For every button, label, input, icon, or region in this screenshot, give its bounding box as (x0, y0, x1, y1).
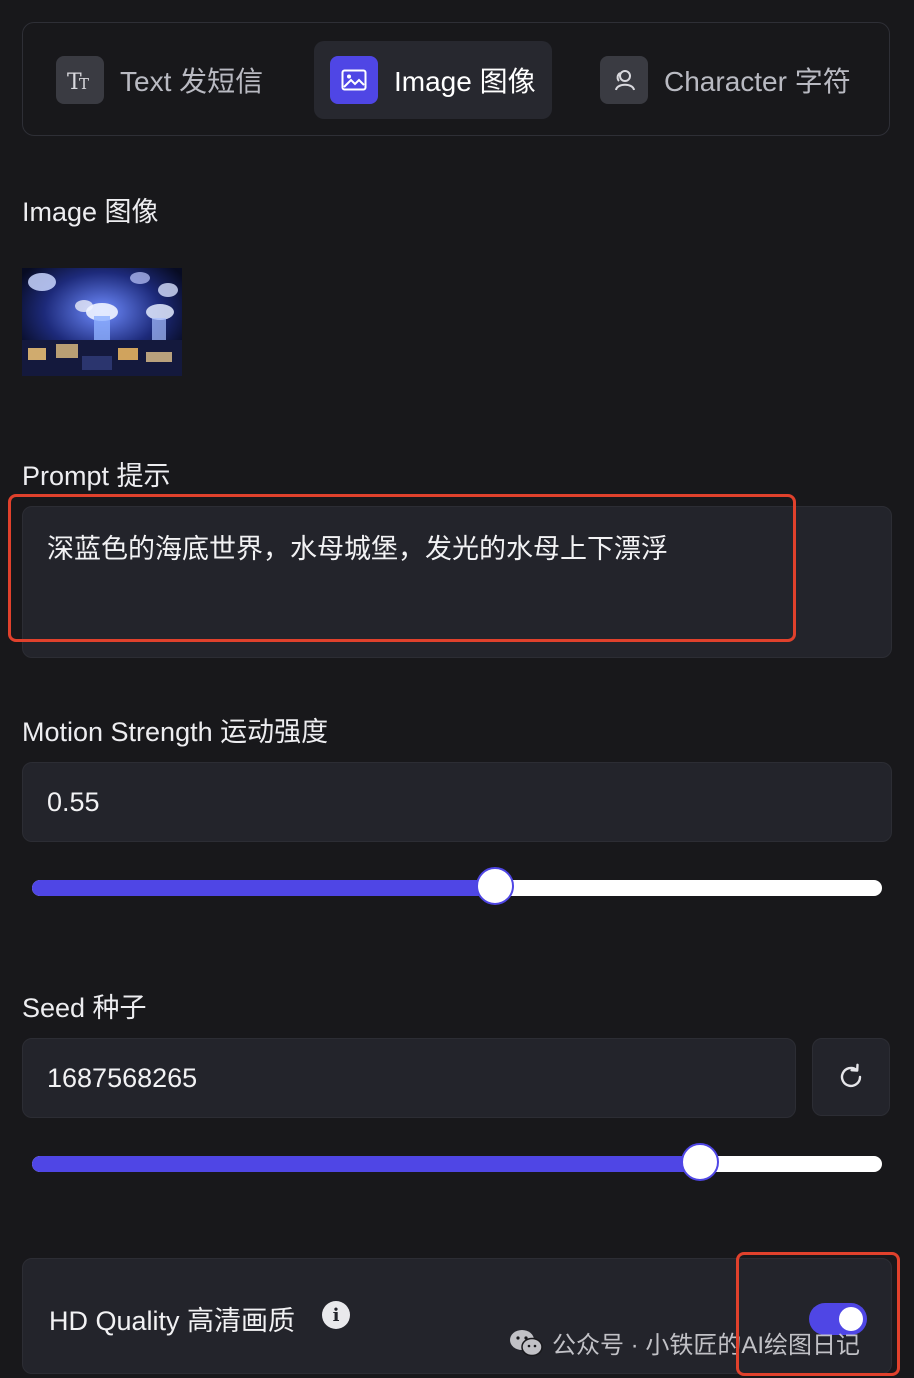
slider-fill (32, 880, 496, 896)
prompt-label: Prompt 提示 (22, 461, 171, 491)
tab-character[interactable]: Character 字符 (584, 41, 874, 119)
page: T T Text 发短信 Image 图像 Character 字符 Image… (0, 0, 914, 1378)
slider-fill (32, 1156, 701, 1172)
tab-character-label: Character 字符 (664, 66, 851, 97)
uploaded-image-thumbnail[interactable] (22, 268, 182, 376)
randomize-seed-button[interactable] (812, 1038, 890, 1116)
seed-label: Seed 种子 (22, 993, 147, 1023)
tab-text-label: Text 发短信 (120, 66, 264, 97)
image-section-label: Image 图像 (22, 197, 159, 227)
tab-image-label: Image 图像 (394, 66, 536, 97)
slider-handle[interactable] (681, 1143, 720, 1181)
text-format-icon: T T (56, 56, 104, 104)
slider-handle[interactable] (476, 867, 515, 905)
seed-value: 1687568265 (47, 1063, 198, 1093)
seed-input[interactable]: 1687568265 (22, 1038, 796, 1118)
motion-strength-input[interactable]: 0.55 (22, 762, 892, 842)
tab-image[interactable]: Image 图像 (314, 41, 552, 119)
image-icon (330, 56, 378, 104)
mode-tab-bar: T T Text 发短信 Image 图像 Character 字符 (22, 22, 890, 136)
svg-text:T: T (79, 75, 89, 93)
toggle-highlight-box (736, 1252, 900, 1376)
info-icon[interactable]: i (322, 1301, 350, 1329)
hd-quality-label: HD Quality 高清画质 (49, 1306, 296, 1336)
refresh-icon (840, 1063, 862, 1088)
character-icon (600, 56, 648, 104)
tab-text[interactable]: T T Text 发短信 (40, 41, 280, 119)
prompt-highlight-box (8, 494, 796, 642)
motion-strength-value: 0.55 (47, 787, 100, 817)
motion-strength-slider[interactable] (32, 867, 882, 905)
motion-strength-label: Motion Strength 运动强度 (22, 717, 329, 747)
seed-slider[interactable] (32, 1143, 882, 1181)
wechat-icon (510, 1329, 543, 1356)
